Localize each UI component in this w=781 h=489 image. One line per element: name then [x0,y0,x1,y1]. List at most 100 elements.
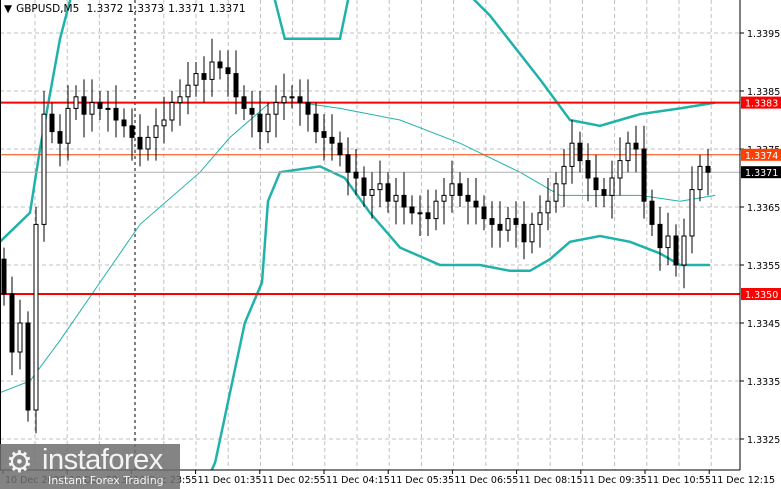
candle-bear [641,148,647,202]
candle-bear [521,223,527,243]
bollinger-lower [210,165,710,470]
candle-bear [297,96,303,104]
candle-bear [473,200,479,208]
candle-bull [505,218,511,231]
candle-bull [177,96,183,104]
open-value: 1.3372 [86,3,124,15]
x-tick-label: 11 Dec 02:55 [262,475,326,486]
candle-bear [593,177,599,191]
candle-bear [97,102,103,109]
candle-bull [209,61,215,80]
symbol-label: GBPUSD,M5 [16,3,80,15]
y-tick-label: 1.3355 [747,261,780,272]
candle-bear [321,131,327,138]
candle-bear [489,218,495,225]
candle-bear [249,107,255,115]
candle-bull [41,113,47,225]
price-label-bid: 1.3374 [745,151,778,162]
candle-bear [329,136,335,144]
x-tick-label: 11 Dec 04:15 [326,475,390,486]
candle-bull [665,235,671,249]
candle-bear [481,206,487,220]
candle-bear [113,107,119,121]
candle-bull [73,96,79,109]
candle-bear [649,200,655,225]
y-tick-label: 1.3325 [747,435,780,446]
candle-bull [617,160,623,179]
candle-bear [257,113,263,133]
y-tick-label: 1.3385 [747,87,780,98]
x-tick-label: 11 Dec 12:15 [711,475,775,486]
candle-bear [657,223,663,249]
gear-logo-icon: ⚙ [6,445,33,480]
candle-bear [121,119,127,127]
candle-bull [169,102,175,121]
candle-bear [233,73,239,98]
y-tick-label: 1.3335 [747,377,780,388]
candle-bull [417,212,423,215]
x-tick-label: 11 Dec 06:55 [454,475,518,486]
candle-bear [241,96,247,109]
candle-bull [561,165,567,185]
candle-bull [537,212,543,225]
candle-bull [193,73,199,86]
logo-brand: instaforex [42,444,163,476]
candle-bull [689,189,695,237]
candle-bear [313,113,319,133]
price-label-support: 1.3350 [745,290,778,301]
candle-bull [433,200,439,220]
candle-bear [409,206,415,214]
candle-bear [305,102,311,115]
candle-bull [105,107,111,110]
candle-bear [385,183,391,202]
candle-bull [609,177,615,196]
y-tick-label: 1.3345 [747,319,780,330]
candle-bear [401,194,407,208]
triangle-down-icon[interactable]: ▼ [4,3,12,15]
x-tick-label: 11 Dec 09:35 [583,475,647,486]
price-chart[interactable]: 1.33951.33851.33751.33651.33551.33451.33… [0,0,781,489]
close-value: 1.3371 [208,3,246,15]
candle-bear [601,189,607,196]
candle-bear [633,142,639,150]
candle-bear [337,142,343,156]
candle-bear [425,212,431,220]
high-value: 1.3373 [127,3,165,15]
candle-bear [353,171,359,179]
candle-bear [57,131,63,144]
candle-bear [513,218,519,225]
candle-bull [281,96,287,104]
candle-bear [9,293,15,353]
candle-bull [553,183,559,202]
bollinger-upper [472,0,716,128]
candle-bear [497,223,503,231]
candle-bull [273,102,279,115]
candle-bull [529,223,535,243]
candle-bull [17,322,23,353]
candle-bull [625,142,631,162]
candle-bear [129,125,135,138]
candle-bear [465,194,471,202]
candle-bull [393,194,399,202]
price-label-resistance: 1.3383 [745,99,778,110]
candle-bear [1,258,7,295]
candle-bear [25,322,31,411]
candle-bull [681,235,687,266]
candle-bear [217,61,223,69]
candle-bull [377,183,383,191]
candle-bull [441,194,447,202]
candle-bear [577,142,583,162]
candle-bull [569,142,575,167]
candle-bull [369,189,375,196]
candle-bull [697,165,703,191]
candle-bear [201,73,207,80]
candle-bull [265,113,271,133]
candle-bull [145,136,151,150]
candle-bear [137,136,143,150]
candle-bull [289,96,295,99]
x-tick-label: 11 Dec 01:35 [198,475,262,486]
chart-header: ▼ GBPUSD,M5 1.3372 1.3373 1.3371 1.3371 [4,3,250,15]
candle-bear [673,235,679,266]
candle-bull [153,125,159,138]
candle-bull [65,107,71,144]
